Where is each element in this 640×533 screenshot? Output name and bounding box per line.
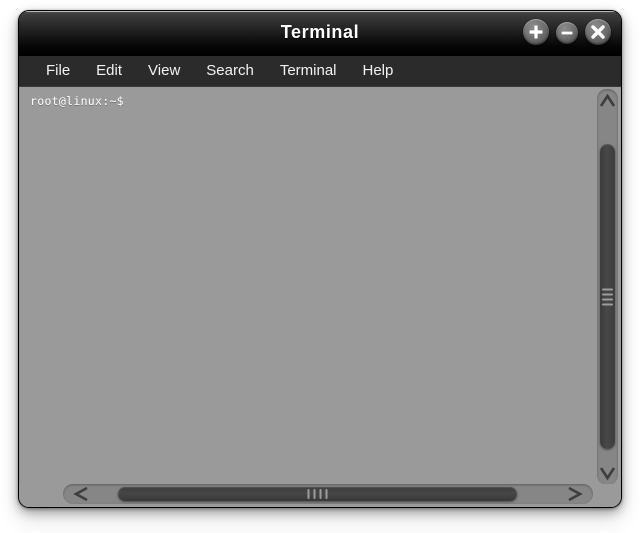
close-x-icon [591,25,605,39]
minimize-button[interactable] [556,22,578,44]
terminal-window: Terminal File Edit View Search Terminal … [18,10,622,508]
horizontal-scrollbar-thumb[interactable] [118,487,517,501]
menu-item-edit[interactable]: Edit [83,60,135,82]
menu-item-help[interactable]: Help [350,60,407,82]
chevron-up-icon [599,93,616,107]
minus-icon [561,31,573,35]
scroll-left-button[interactable] [63,484,99,504]
maximize-button[interactable] [523,19,549,45]
chevron-right-icon [568,486,583,502]
scrollbar-corner [597,484,618,504]
menu-item-file[interactable]: File [33,60,83,82]
menu-item-view[interactable]: View [135,60,193,82]
plus-icon [529,25,543,39]
scroll-up-button[interactable] [597,89,618,115]
chevron-left-icon [73,486,88,502]
chevron-down-icon [599,467,616,481]
terminal-body: root@linux:~$ [19,87,621,507]
menu-item-search[interactable]: Search [193,60,267,82]
terminal-prompt-line: root@linux:~$ [30,94,124,108]
menubar: File Edit View Search Terminal Help [19,56,621,87]
window-titlebar[interactable]: Terminal [19,11,621,56]
vertical-scrollbar[interactable] [597,89,618,485]
menu-item-terminal[interactable]: Terminal [267,60,350,82]
vertical-scrollbar-thumb[interactable] [600,144,615,449]
scroll-right-button[interactable] [557,484,593,504]
close-button[interactable] [585,19,611,45]
scroll-down-button[interactable] [597,459,618,485]
grip-lines-horizontal-icon [602,288,613,305]
window-controls [523,19,611,45]
horizontal-scrollbar[interactable] [63,484,593,504]
grip-lines-vertical-icon [307,489,328,499]
terminal-output-area[interactable]: root@linux:~$ [19,87,597,483]
